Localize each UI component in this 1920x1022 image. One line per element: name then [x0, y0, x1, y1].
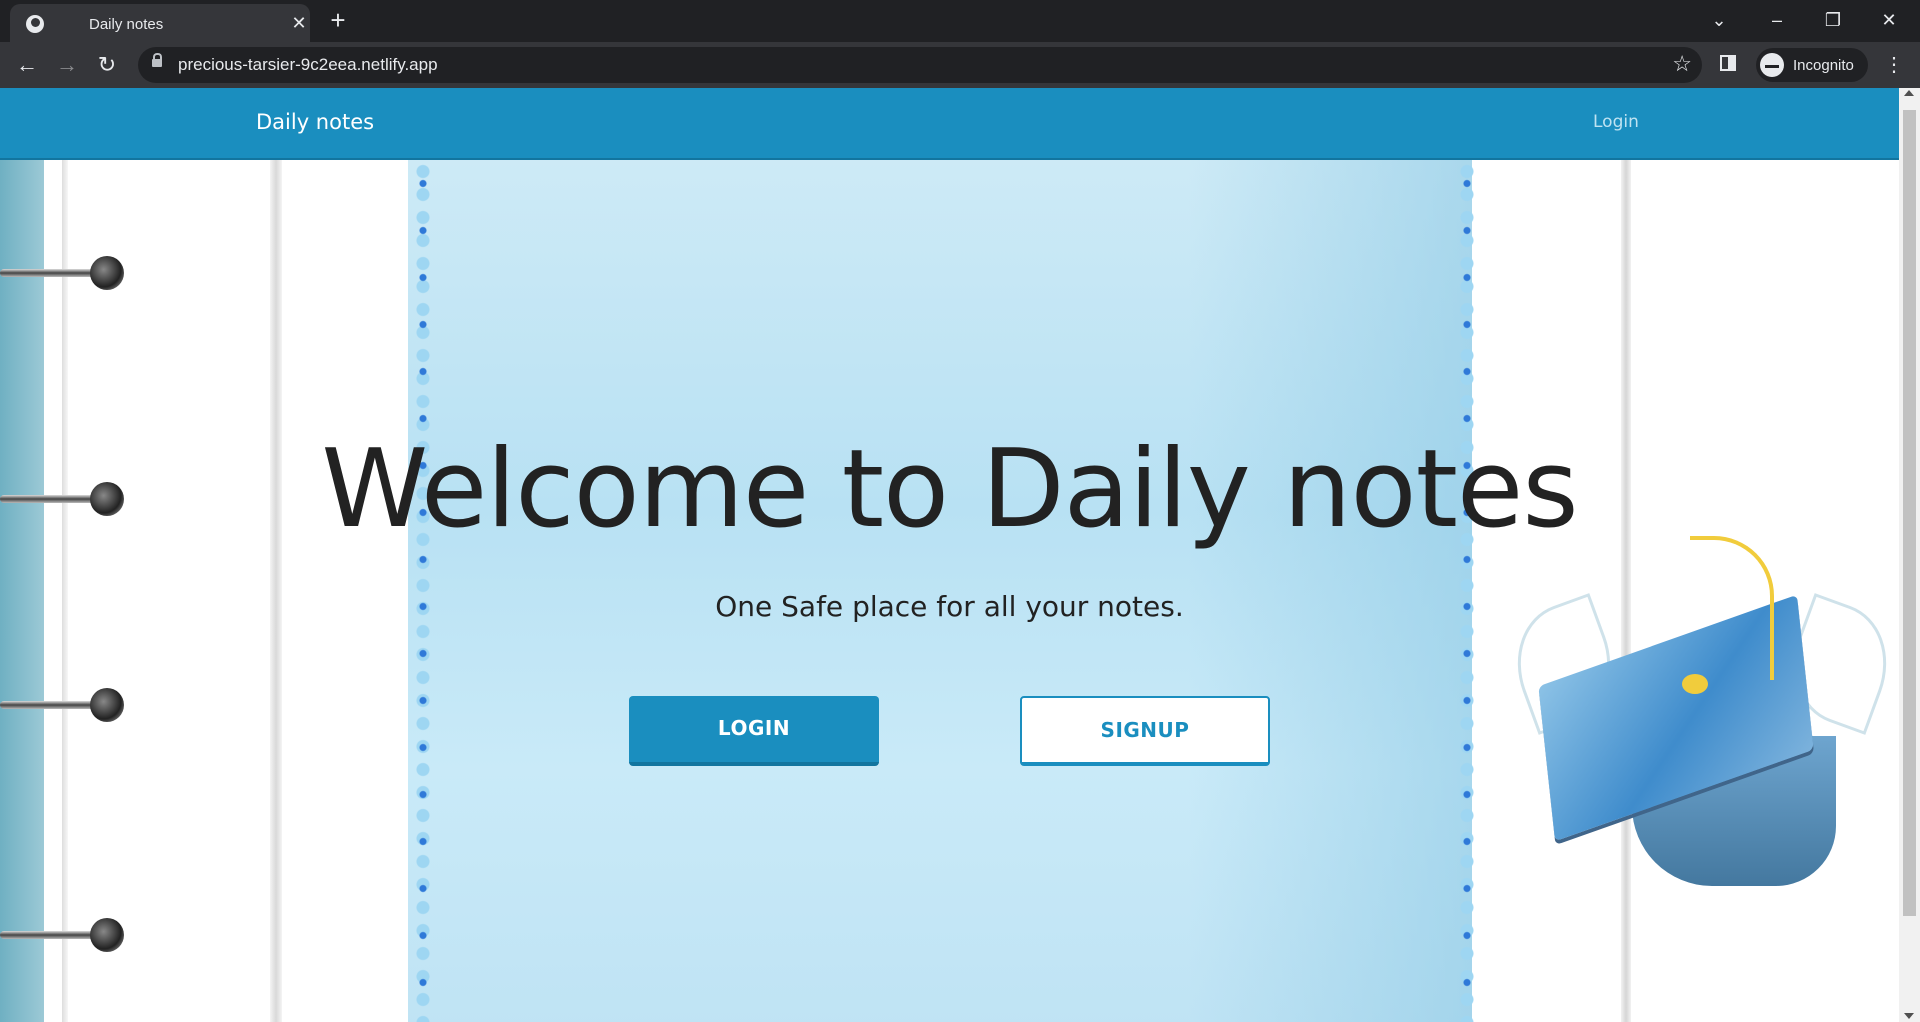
url-text[interactable]: precious-tarsier-9c2eea.netlify.app: [178, 55, 438, 75]
side-panel-icon[interactable]: [1720, 55, 1736, 71]
login-button[interactable]: LOGIN: [629, 696, 879, 766]
browser-tab[interactable]: Daily notes ✕: [10, 4, 310, 42]
page-scrollbar[interactable]: [1899, 88, 1920, 1022]
browser-menu-button[interactable]: ⋮: [1884, 51, 1904, 79]
signup-button[interactable]: SIGNUP: [1020, 696, 1270, 766]
bookmark-star-icon[interactable]: ☆: [1672, 51, 1692, 77]
tab-title: Daily notes: [89, 16, 164, 33]
brand-link[interactable]: Daily notes: [256, 110, 374, 134]
hero-subtitle: One Safe place for all your notes.: [715, 590, 1184, 623]
forward-button[interactable]: →: [53, 51, 81, 79]
scrollbar-thumb[interactable]: [1903, 110, 1916, 916]
binder-ring: [0, 918, 128, 952]
address-bar[interactable]: precious-tarsier-9c2eea.netlify.app ☆: [138, 47, 1702, 83]
lock-icon[interactable]: [152, 53, 162, 67]
reload-button[interactable]: ↻: [93, 51, 121, 79]
incognito-icon: [1760, 53, 1784, 77]
page-viewport: Daily notes Login Welcome to Daily notes…: [0, 88, 1899, 1022]
binder-ring: [0, 688, 128, 722]
browser-toolbar: ← → ↻ precious-tarsier-9c2eea.netlify.ap…: [0, 42, 1920, 88]
hero-title: Welcome to Daily notes: [321, 427, 1578, 552]
graduation-cap-illustration: [1499, 526, 1899, 902]
incognito-label: Incognito: [1793, 57, 1854, 74]
tab-search-icon[interactable]: ⌄: [1704, 6, 1734, 34]
incognito-profile-button[interactable]: Incognito: [1756, 48, 1868, 82]
close-window-button[interactable]: ✕: [1874, 6, 1904, 34]
scroll-up-arrow-icon[interactable]: [1904, 90, 1914, 96]
nav-login-link[interactable]: Login: [1593, 112, 1639, 132]
minimize-button[interactable]: –: [1762, 6, 1792, 34]
tab-close-icon[interactable]: ✕: [288, 12, 310, 34]
browser-tab-strip: Daily notes ✕ + ⌄ – ❐ ✕: [0, 0, 1920, 42]
restore-button[interactable]: ❐: [1818, 6, 1848, 34]
site-navbar: Daily notes Login: [0, 88, 1899, 160]
back-button[interactable]: ←: [13, 51, 41, 79]
binder-ring: [0, 256, 128, 290]
globe-icon: [26, 15, 44, 33]
new-tab-button[interactable]: +: [325, 7, 351, 33]
scroll-down-arrow-icon[interactable]: [1904, 1013, 1914, 1019]
